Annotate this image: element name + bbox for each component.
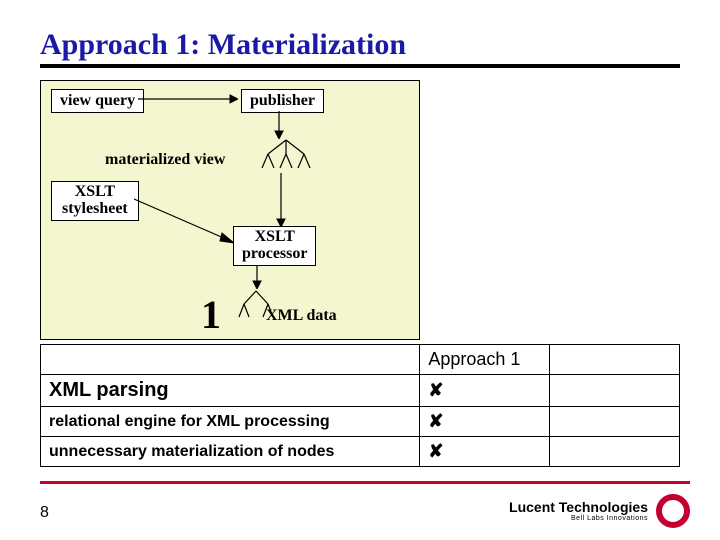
lucent-ring-icon [656,494,690,528]
table-row: XML parsing ✘ [41,375,680,407]
row-label-materialization: unnecessary materialization of nodes [41,437,420,467]
label-xml-data: XML data [266,307,337,325]
box-publisher: publisher [241,89,324,113]
title-rule [40,64,680,68]
step-number: 1 [201,291,221,338]
tree-icon-upper [256,136,316,176]
tree-icon-lower [236,288,276,323]
mark-cell: ✘ [420,407,550,437]
box-xslt-stylesheet: XSLT stylesheet [51,181,139,221]
arrow-publisher-down [271,111,287,139]
footer-logo: Lucent Technologies Bell Labs Innovation… [509,494,690,528]
arrow-matview-to-processor [273,173,289,227]
comparison-table: Approach 1 XML parsing ✘ relational engi… [40,344,680,467]
row-label-relational: relational engine for XML processing [41,407,420,437]
box-view-query: view query [51,89,144,113]
table-header-approach: Approach 1 [420,345,550,375]
page-number: 8 [40,504,49,522]
row-label-xml-parsing: XML parsing [41,375,420,407]
box-xslt-processor: XSLT processor [233,226,316,266]
mark-cell: ✘ [420,375,550,407]
footer-tagline: Bell Labs Innovations [509,515,648,522]
arrow-processor-down [249,265,265,289]
footer-rule [40,481,690,484]
diagram-container: view query publisher materialized view X… [40,80,420,340]
label-materialized-view: materialized view [105,151,225,169]
arrow-viewquery-to-publisher [138,89,238,109]
mark-cell: ✘ [420,437,550,467]
table-row: relational engine for XML processing ✘ [41,407,680,437]
arrow-stylesheet-to-processor [134,191,234,251]
footer-brand: Lucent Technologies [509,499,648,515]
table-row: unnecessary materialization of nodes ✘ [41,437,680,467]
slide-title: Approach 1: Materialization [40,28,680,62]
